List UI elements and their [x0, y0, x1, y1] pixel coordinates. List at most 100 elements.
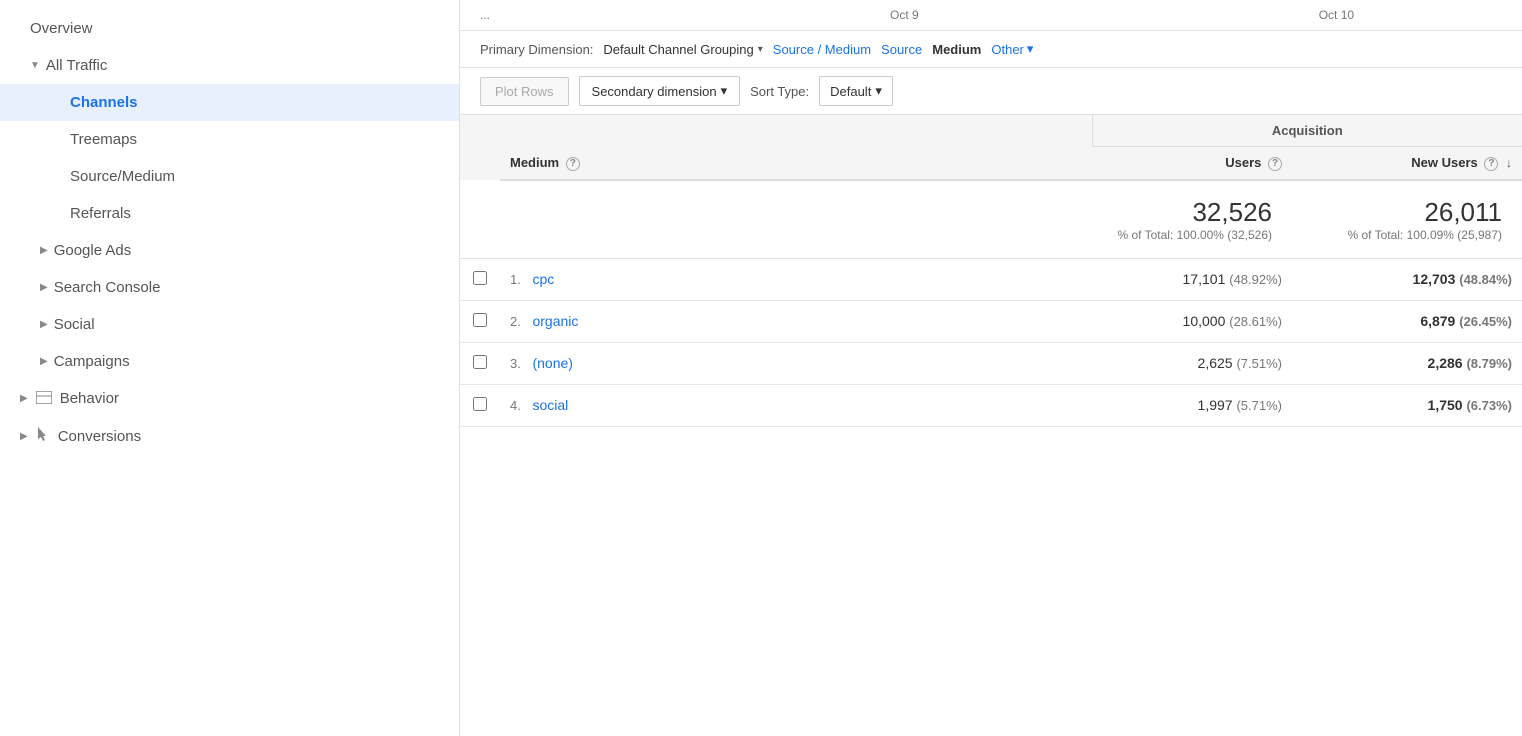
users-help-icon[interactable]: ?: [1268, 157, 1282, 171]
total-users-sub: % of Total: 100.00% (32,526): [1102, 228, 1272, 242]
chevron-right-icon2: ▶: [40, 282, 48, 293]
dropdown-arrow-icon: ▾: [758, 44, 763, 55]
row-medium-cell-3: 4. social: [500, 384, 1092, 426]
total-users-number: 32,526: [1102, 197, 1272, 228]
row-checkbox-2[interactable]: [473, 355, 487, 369]
sidebar-item-channels[interactable]: Channels: [0, 84, 459, 121]
row-users-cell-2: 2,625 (7.51%): [1092, 342, 1292, 384]
table-row: 3. (none) 2,625 (7.51%) 2,286 (8.79%): [460, 342, 1522, 384]
timeline-date2: Oct 10: [1319, 8, 1354, 22]
channels-label: Channels: [70, 94, 138, 111]
new-users-col-header: New Users ? ↓: [1292, 147, 1522, 180]
new-users-header-text: New Users: [1411, 155, 1477, 170]
total-row: 32,526 % of Total: 100.00% (32,526) 26,0…: [460, 180, 1522, 259]
timeline-dots: ...: [480, 8, 490, 22]
sidebar-item-social[interactable]: ▶ Social: [0, 306, 459, 343]
row-users-cell-1: 10,000 (28.61%): [1092, 300, 1292, 342]
row-new-users-pct-1: (26.45%): [1459, 314, 1512, 329]
sidebar-item-conversions[interactable]: ▶ Conversions: [0, 417, 459, 456]
sidebar-item-treemaps[interactable]: Treemaps: [0, 121, 459, 158]
row-users-cell-0: 17,101 (48.92%): [1092, 258, 1292, 300]
chevron-right-icon: ▶: [40, 245, 48, 256]
data-table: Medium ? Acquisition Users ? New Users: [460, 115, 1522, 427]
row-new-users-pct-3: (6.73%): [1466, 398, 1512, 413]
acquisition-header-text: Acquisition: [1272, 123, 1343, 138]
row-checkbox-0[interactable]: [473, 271, 487, 285]
social-label: Social: [54, 316, 95, 333]
other-dropdown[interactable]: Other ▾: [991, 41, 1033, 57]
sidebar-item-source-medium[interactable]: Source/Medium: [0, 158, 459, 195]
medium-col-header: Medium ?: [500, 115, 1092, 180]
treemaps-label: Treemaps: [70, 131, 137, 148]
sidebar-item-google-ads[interactable]: ▶ Google Ads: [0, 232, 459, 269]
sidebar-item-all-traffic[interactable]: ▼ All Traffic: [0, 47, 459, 84]
secondary-dim-label: Secondary dimension: [592, 84, 717, 99]
total-new-users-sub: % of Total: 100.09% (25,987): [1302, 228, 1502, 242]
google-ads-label: Google Ads: [54, 242, 132, 259]
row-medium-link-1[interactable]: organic: [532, 313, 578, 329]
sidebar-item-search-console[interactable]: ▶ Search Console: [0, 269, 459, 306]
row-checkbox-3[interactable]: [473, 397, 487, 411]
row-medium-cell-0: 1. cpc: [500, 258, 1092, 300]
behavior-icon: [36, 391, 52, 407]
row-users-cell-3: 1,997 (5.71%): [1092, 384, 1292, 426]
other-arrow-icon: ▾: [1027, 41, 1034, 57]
row-medium-link-2[interactable]: (none): [532, 355, 572, 371]
table-row: 1. cpc 17,101 (48.92%) 12,703 (48.84%): [460, 258, 1522, 300]
sort-type-button[interactable]: Default ▾: [819, 76, 893, 106]
medium-header-text: Medium: [510, 155, 559, 170]
row-users-pct-3: (5.71%): [1236, 398, 1282, 413]
users-header-text: Users: [1225, 155, 1261, 170]
sidebar-item-overview[interactable]: Overview: [0, 10, 459, 47]
source-medium-link[interactable]: Source / Medium: [773, 42, 871, 57]
sort-type-label: Sort Type:: [750, 84, 809, 99]
row-num-1: 2.: [510, 314, 521, 329]
row-medium-cell-1: 2. organic: [500, 300, 1092, 342]
table-row: 4. social 1,997 (5.71%) 1,750 (6.73%): [460, 384, 1522, 426]
row-checkbox-cell-3[interactable]: [460, 384, 500, 426]
chevron-right-icon4: ▶: [40, 356, 48, 367]
header-checkbox-col: [460, 115, 500, 147]
chevron-right-icon6: ▶: [20, 431, 28, 442]
row-checkbox-cell-1[interactable]: [460, 300, 500, 342]
plot-rows-button[interactable]: Plot Rows: [480, 77, 569, 106]
total-medium-cell: [500, 180, 1092, 259]
default-channel-grouping-text: Default Channel Grouping: [603, 42, 753, 57]
row-checkbox-cell-0[interactable]: [460, 258, 500, 300]
total-new-users-cell: 26,011 % of Total: 100.09% (25,987): [1292, 180, 1522, 259]
row-users-pct-1: (28.61%): [1229, 314, 1282, 329]
sidebar-item-behavior[interactable]: ▶ Behavior: [0, 380, 459, 417]
row-new-users-pct-2: (8.79%): [1466, 356, 1512, 371]
row-new-users-pct-0: (48.84%): [1459, 272, 1512, 287]
sidebar-item-campaigns[interactable]: ▶ Campaigns: [0, 343, 459, 380]
row-medium-link-0[interactable]: cpc: [532, 271, 554, 287]
secondary-dim-arrow-icon: ▾: [721, 83, 728, 99]
total-users-cell: 32,526 % of Total: 100.00% (32,526): [1092, 180, 1292, 259]
table-container: Medium ? Acquisition Users ? New Users: [460, 115, 1522, 736]
referrals-label: Referrals: [70, 205, 131, 222]
sidebar-item-referrals[interactable]: Referrals: [0, 195, 459, 232]
row-checkbox-1[interactable]: [473, 313, 487, 327]
default-channel-grouping-dropdown[interactable]: Default Channel Grouping ▾: [603, 42, 762, 57]
source-link[interactable]: Source: [881, 42, 922, 57]
row-users-pct-0: (48.92%): [1229, 272, 1282, 287]
secondary-dimension-button[interactable]: Secondary dimension ▾: [579, 76, 741, 106]
acquisition-header: Acquisition: [1092, 115, 1522, 147]
sub-check-col: [460, 147, 500, 180]
chevron-down-icon: ▼: [30, 60, 40, 71]
row-medium-link-3[interactable]: social: [532, 397, 568, 413]
total-check-cell: [460, 180, 500, 259]
other-text: Other: [991, 42, 1024, 57]
row-new-users-cell-2: 2,286 (8.79%): [1292, 342, 1522, 384]
new-users-help-icon[interactable]: ?: [1484, 157, 1498, 171]
row-new-users-cell-1: 6,879 (26.45%): [1292, 300, 1522, 342]
primary-dimension-label: Primary Dimension:: [480, 42, 593, 57]
row-medium-cell-2: 3. (none): [500, 342, 1092, 384]
sort-arrow-down-icon: ↓: [1506, 156, 1512, 170]
medium-help-icon[interactable]: ?: [566, 157, 580, 171]
row-num-0: 1.: [510, 272, 521, 287]
row-checkbox-cell-2[interactable]: [460, 342, 500, 384]
conversions-icon: [36, 427, 50, 446]
toolbar: Plot Rows Secondary dimension ▾ Sort Typ…: [460, 68, 1522, 115]
chevron-right-icon3: ▶: [40, 319, 48, 330]
